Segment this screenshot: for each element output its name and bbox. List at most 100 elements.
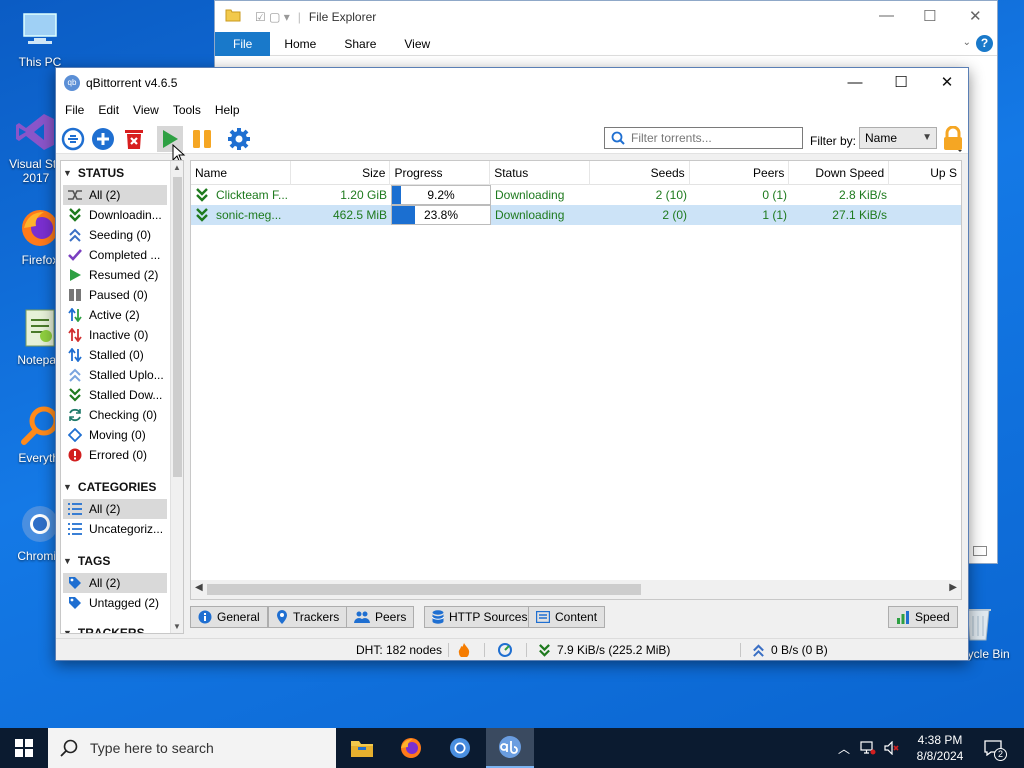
- add-link-button[interactable]: [60, 126, 86, 152]
- column-header-up-speed[interactable]: Up S: [889, 161, 961, 185]
- sidebar-scrollbar[interactable]: ▲ ▼: [170, 161, 183, 633]
- maximize-button[interactable]: ☐: [878, 68, 924, 98]
- tab-peers[interactable]: Peers: [346, 606, 415, 628]
- tab-content[interactable]: Content: [528, 606, 606, 628]
- minimize-icon[interactable]: —: [879, 7, 894, 24]
- sidebar-item-category-all[interactable]: All (2): [63, 499, 167, 519]
- sidebar-item-status-checking[interactable]: Checking (0): [63, 405, 167, 425]
- connection-status-button[interactable]: [458, 643, 470, 657]
- sidebar-item-tag-untagged[interactable]: Untagged (2): [63, 593, 167, 613]
- menu-view[interactable]: View: [126, 103, 166, 117]
- sidebar-item-status-stalled-uploading[interactable]: Stalled Uplo...: [63, 365, 167, 385]
- sidebar-item-status-resumed[interactable]: Resumed (2): [63, 265, 167, 285]
- show-hidden-icons-chevron-icon[interactable]: ︿: [838, 740, 850, 757]
- download-speed-status[interactable]: 7.9 KiB/s (225.2 MiB): [538, 643, 670, 657]
- menu-file[interactable]: File: [58, 103, 91, 117]
- sidebar-item-status-stalled[interactable]: Stalled (0): [63, 345, 167, 365]
- horizontal-scrollbar-thumb[interactable]: [207, 584, 641, 595]
- desktop-icon-this-pc[interactable]: This PC: [2, 8, 78, 69]
- torrent-list-header: Name Size Progress Status Seeds Peers Do…: [191, 161, 961, 185]
- tab-general[interactable]: General: [190, 606, 268, 628]
- torrent-list-horizontal-scrollbar[interactable]: ◀ ▶: [190, 580, 962, 600]
- tags-section-header[interactable]: ▼ TAGS: [63, 551, 110, 571]
- quick-access-toolbar[interactable]: ☑ ▢ ▾: [255, 10, 290, 24]
- taskbar-app-file-explorer[interactable]: [338, 728, 386, 768]
- column-header-status[interactable]: Status: [490, 161, 590, 185]
- taskbar-clock[interactable]: 4:38 PM 8/8/2024: [908, 732, 972, 764]
- qbittorrent-titlebar[interactable]: qb qBittorrent v4.6.5 — ☐ ✕: [56, 68, 968, 98]
- ribbon-tab-file[interactable]: File: [215, 31, 271, 56]
- column-header-peers[interactable]: Peers: [690, 161, 790, 185]
- chevron-down-icon: ▼: [922, 132, 932, 143]
- sidebar-item-status-moving[interactable]: Moving (0): [63, 425, 167, 445]
- folder-icon: [351, 741, 373, 757]
- qbittorrent-logo-icon: [499, 736, 521, 758]
- column-header-seeds[interactable]: Seeds: [590, 161, 690, 185]
- scroll-up-icon[interactable]: ▲: [173, 163, 181, 172]
- column-header-down-speed[interactable]: Down Speed: [789, 161, 890, 185]
- lock-button[interactable]: [940, 126, 966, 152]
- sidebar-item-status-inactive[interactable]: Inactive (0): [63, 325, 167, 345]
- categories-section-header[interactable]: ▼ CATEGORIES: [63, 477, 156, 497]
- sidebar-item-status-active[interactable]: Active (2): [63, 305, 167, 325]
- close-button[interactable]: ✕: [924, 68, 970, 98]
- taskbar-app-qbittorrent[interactable]: [486, 728, 534, 768]
- filter-by-select[interactable]: Name ▼: [859, 127, 937, 149]
- close-icon[interactable]: ✕: [969, 7, 982, 25]
- sidebar-item-status-all[interactable]: All (2): [63, 185, 167, 205]
- taskbar-app-firefox[interactable]: [387, 728, 435, 768]
- folder-icon: [225, 8, 241, 25]
- network-icon[interactable]: [860, 741, 876, 755]
- scroll-right-icon[interactable]: ▶: [949, 582, 957, 593]
- chevron-down-icon: ▼: [63, 482, 72, 492]
- menu-edit[interactable]: Edit: [91, 103, 126, 117]
- sidebar-item-status-completed[interactable]: Completed ...: [63, 245, 167, 265]
- torrent-seeds: 2 (10): [655, 188, 687, 202]
- alternative-speed-toggle[interactable]: [498, 643, 512, 657]
- sidebar-item-category-uncategorized[interactable]: Uncategoriz...: [63, 519, 167, 539]
- menu-tools[interactable]: Tools: [166, 103, 208, 117]
- qbittorrent-window[interactable]: qb qBittorrent v4.6.5 — ☐ ✕ File Edit Vi…: [55, 67, 969, 661]
- maximize-icon[interactable]: ☐: [923, 7, 936, 25]
- help-icon[interactable]: ?: [976, 35, 993, 52]
- torrent-name: Clickteam F...: [216, 188, 289, 202]
- options-button[interactable]: [226, 126, 252, 152]
- tab-trackers[interactable]: Trackers: [268, 606, 348, 628]
- start-button[interactable]: [0, 728, 48, 768]
- upload-speed-status[interactable]: 0 B/s (0 B): [752, 643, 828, 657]
- volume-muted-icon[interactable]: [884, 741, 900, 755]
- sidebar-item-status-stalled-downloading[interactable]: Stalled Dow...: [63, 385, 167, 405]
- sidebar-item-tag-all[interactable]: All (2): [63, 573, 167, 593]
- speed-graph-button[interactable]: Speed: [888, 606, 958, 628]
- filter-torrents-field[interactable]: [631, 131, 791, 145]
- details-view-icon[interactable]: [973, 546, 987, 556]
- taskbar-search-box[interactable]: Type here to search: [48, 728, 336, 768]
- menu-help[interactable]: Help: [208, 103, 247, 117]
- tab-http-sources[interactable]: HTTP Sources: [424, 606, 536, 628]
- ribbon-tab-view[interactable]: View: [390, 32, 444, 56]
- status-section-header[interactable]: ▼ STATUS: [63, 163, 124, 183]
- sidebar-item-status-seeding[interactable]: Seeding (0): [63, 225, 167, 245]
- sidebar-item-status-errored[interactable]: Errored (0): [63, 445, 167, 465]
- ribbon-tab-home[interactable]: Home: [270, 32, 330, 56]
- ribbon-tab-share[interactable]: Share: [330, 32, 390, 56]
- table-row[interactable]: Clickteam F... 1.20 GiB 9.2% Downloading…: [191, 185, 961, 205]
- filter-torrents-input[interactable]: [604, 127, 803, 149]
- add-torrent-button[interactable]: [90, 126, 116, 152]
- sidebar-item-status-downloading[interactable]: Downloadin...: [63, 205, 167, 225]
- taskbar-app-chromium[interactable]: [436, 728, 484, 768]
- sidebar-scrollbar-thumb[interactable]: [173, 177, 182, 477]
- trackers-section-header[interactable]: ▼ TRACKERS: [63, 623, 145, 633]
- sidebar-item-status-paused[interactable]: Paused (0): [63, 285, 167, 305]
- scroll-left-icon[interactable]: ◀: [195, 582, 203, 593]
- chevron-down-icon[interactable]: ⌄: [963, 37, 971, 48]
- download-icon: [196, 208, 208, 222]
- column-header-name[interactable]: Name: [191, 161, 291, 185]
- column-header-progress[interactable]: Progress: [390, 161, 491, 185]
- column-header-size[interactable]: Size: [291, 161, 391, 185]
- delete-button[interactable]: [121, 126, 147, 152]
- minimize-button[interactable]: —: [832, 68, 878, 98]
- scroll-down-icon[interactable]: ▼: [173, 622, 181, 631]
- pause-button[interactable]: [189, 126, 215, 152]
- table-row[interactable]: sonic-meg... 462.5 MiB 23.8% Downloading…: [191, 205, 961, 225]
